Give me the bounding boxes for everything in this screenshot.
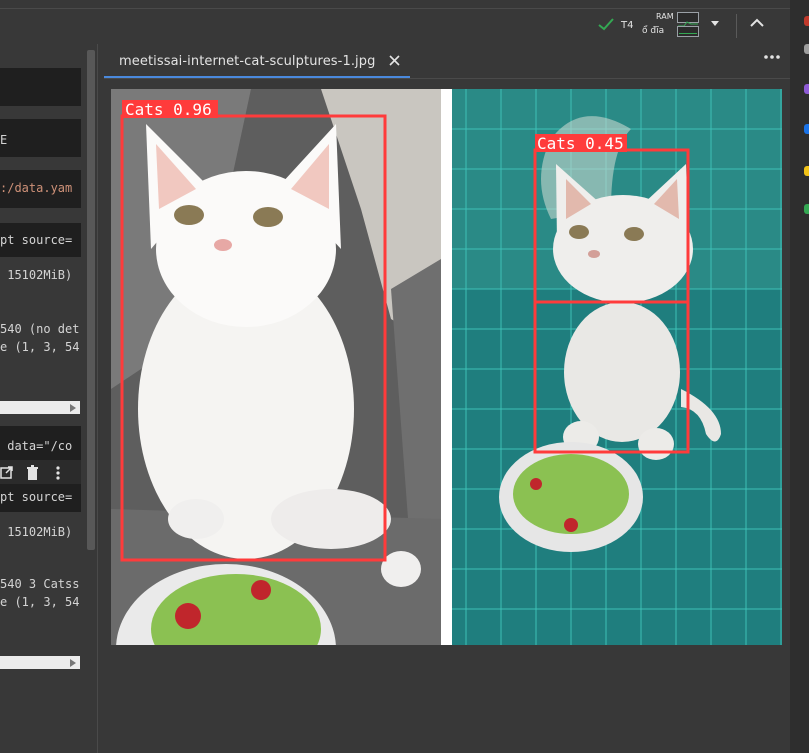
open-in-editor-icon[interactable] <box>0 465 14 481</box>
collage-gap <box>441 89 452 645</box>
detection-image: Cats 0.96 Cats 0.45 <box>111 89 782 734</box>
extension-icon-3[interactable] <box>804 84 809 94</box>
code-cell[interactable] <box>0 68 81 106</box>
output-hscrollbar[interactable] <box>0 401 80 414</box>
code-line: :/data.yam <box>0 181 73 195</box>
right-photo: Cats 0.45 <box>452 89 782 645</box>
left-photo: Cats 0.96 <box>111 89 441 734</box>
runtime-gpu-label[interactable]: T4 <box>621 20 633 31</box>
code-line: pt source= <box>0 490 73 504</box>
output-line: 15102MiB) <box>0 525 73 539</box>
code-line: data="/co <box>0 439 73 453</box>
tab-title: meetissai-internet-cat-sculptures-1.jpg <box>119 54 376 69</box>
file-tab[interactable]: meetissai-internet-cat-sculptures-1.jpg <box>104 44 410 78</box>
detection-label-1: Cats 0.96 <box>125 100 212 119</box>
extension-icon-1[interactable] <box>804 16 809 26</box>
extension-icon-4[interactable] <box>804 124 809 134</box>
cell-toolbar <box>0 460 81 486</box>
code-cell[interactable]: pt source= <box>0 223 81 257</box>
output-line: 15102MiB) <box>0 268 73 282</box>
close-icon[interactable] <box>389 55 400 66</box>
notebook-scrollbar[interactable] <box>87 50 95 550</box>
right-gutter <box>790 0 809 753</box>
code-cell[interactable]: pt source= <box>0 484 81 512</box>
toolbar-separator <box>736 14 737 38</box>
disk-label: ổ đĩa <box>642 26 665 36</box>
disk-meter[interactable] <box>677 26 699 37</box>
output-hscrollbar[interactable] <box>0 656 80 669</box>
output-line: e (1, 3, 54 <box>0 340 80 354</box>
code-cell[interactable]: :/data.yam <box>0 170 81 208</box>
top-toolbar: T4 RAM ổ đĩa <box>0 0 790 44</box>
code-cell[interactable]: data="/co <box>0 426 81 460</box>
detection-label-2: Cats 0.45 <box>537 134 624 153</box>
chevron-down-icon[interactable] <box>711 21 719 26</box>
output-line: e (1, 3, 54 <box>0 595 80 609</box>
disk-graph <box>679 33 697 34</box>
tabs-divider <box>104 78 790 79</box>
ram-meter[interactable] <box>677 12 699 27</box>
scroll-right-icon[interactable] <box>70 659 76 667</box>
image-preview[interactable]: Cats 0.96 Cats 0.45 <box>111 89 782 734</box>
code-line: E <box>0 133 8 147</box>
code-cell[interactable]: E <box>0 119 81 157</box>
output-line: 540 3 Catss <box>0 577 80 591</box>
check-icon <box>598 18 614 31</box>
extension-icon-2[interactable] <box>804 44 809 54</box>
scroll-right-icon[interactable] <box>70 404 76 412</box>
output-line: 540 (no det <box>0 322 80 336</box>
chevron-up-icon[interactable] <box>750 18 764 27</box>
toolbar-divider <box>0 8 790 9</box>
delete-icon[interactable] <box>26 465 39 481</box>
code-line: pt source= <box>0 233 73 247</box>
more-horiz-icon[interactable] <box>764 54 780 60</box>
panel-divider[interactable] <box>97 44 98 753</box>
ram-label: RAM <box>656 12 674 21</box>
more-vert-icon[interactable] <box>55 465 61 481</box>
extension-icon-6[interactable] <box>804 204 809 214</box>
extension-icon-5[interactable] <box>804 166 809 176</box>
